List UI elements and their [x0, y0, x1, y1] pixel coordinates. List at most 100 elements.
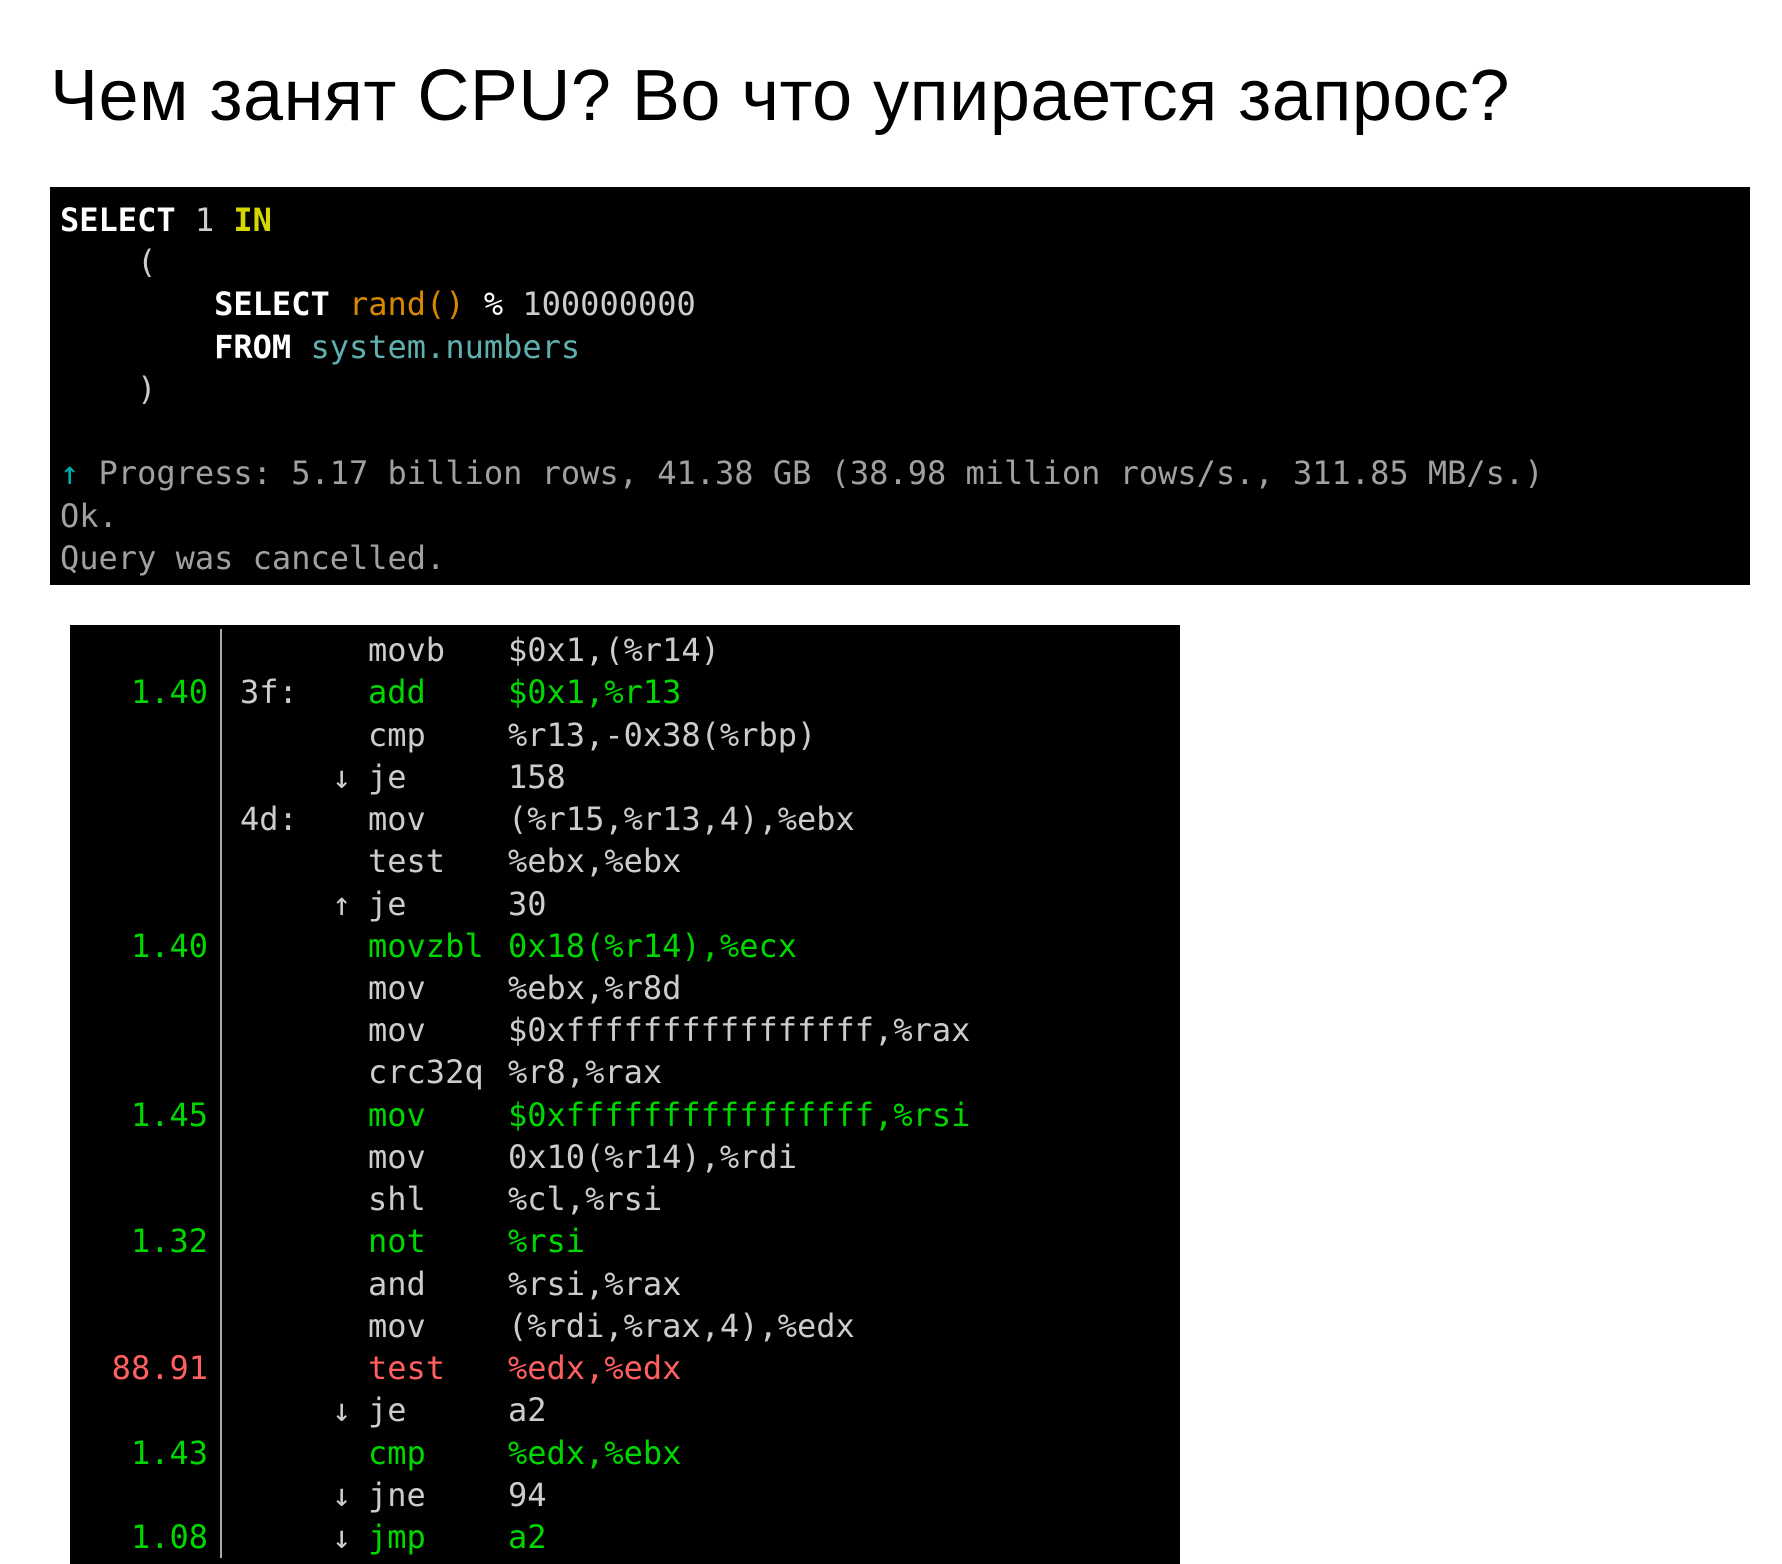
- progress-text: Progress: 5.17 billion rows, 41.38 GB (3…: [79, 454, 1543, 492]
- asm-mnemonic: cmp: [368, 1432, 508, 1474]
- asm-mnemonic: jmp: [368, 1516, 508, 1558]
- ok-text: Ok.: [60, 497, 118, 535]
- asm-mnemonic: shl: [368, 1178, 508, 1220]
- asm-row: and%rsi,%rax: [80, 1263, 1170, 1305]
- asm-mnemonic: mov: [368, 798, 508, 840]
- slide: Чем занят CPU? Во что упирается запрос? …: [0, 0, 1782, 1487]
- progress-arrow-icon: ↑: [60, 454, 79, 492]
- asm-label: [222, 756, 332, 798]
- asm-jump-arrow-icon: ↓: [332, 1516, 368, 1558]
- asm-jump-arrow-icon: [332, 714, 368, 756]
- cancelled-text: Query was cancelled.: [60, 539, 445, 577]
- asm-mnemonic: mov: [368, 1009, 508, 1051]
- asm-args: %r13,-0x38(%rbp): [508, 714, 1170, 756]
- asm-row: 1.403f: add$0x1,%r13: [80, 671, 1170, 713]
- asm-label: [222, 1516, 332, 1558]
- asm-jump-arrow-icon: ↓: [332, 1474, 368, 1516]
- asm-label: [222, 1389, 332, 1431]
- asm-percent: [80, 798, 220, 840]
- asm-args: $0x1,%r13: [508, 671, 1170, 713]
- asm-percent: [80, 1009, 220, 1051]
- asm-row: 1.08↓jmpa2: [80, 1516, 1170, 1558]
- asm-label: [222, 629, 332, 671]
- asm-mnemonic: movb: [368, 629, 508, 671]
- asm-jump-arrow-icon: [332, 1263, 368, 1305]
- asm-args: %edx,%edx: [508, 1347, 1170, 1389]
- asm-percent: [80, 1136, 220, 1178]
- asm-args: %rsi: [508, 1220, 1170, 1262]
- asm-percent: [80, 1178, 220, 1220]
- asm-row: 1.45mov$0xffffffffffffffff,%rsi: [80, 1094, 1170, 1136]
- asm-jump-arrow-icon: [332, 629, 368, 671]
- asm-mnemonic: mov: [368, 1136, 508, 1178]
- asm-label: [222, 883, 332, 925]
- asm-row: movb$0x1,(%r14): [80, 629, 1170, 671]
- sql-table: system.numbers: [291, 328, 580, 366]
- asm-label: [222, 840, 332, 882]
- asm-mnemonic: mov: [368, 1094, 508, 1136]
- asm-jump-arrow-icon: ↓: [332, 756, 368, 798]
- asm-row: mov$0xffffffffffffffff,%rax: [80, 1009, 1170, 1051]
- asm-args: 0x18(%r14),%ecx: [508, 925, 1170, 967]
- asm-percent: [80, 967, 220, 1009]
- asm-args: $0xffffffffffffffff,%rax: [508, 1009, 1170, 1051]
- asm-label: 3f:: [222, 671, 332, 713]
- asm-percent: 1.32: [80, 1220, 220, 1262]
- asm-args: %rsi,%rax: [508, 1263, 1170, 1305]
- asm-args: 158: [508, 756, 1170, 798]
- sql-func-rand: rand(): [330, 285, 465, 323]
- asm-label: [222, 1136, 332, 1178]
- asm-mnemonic: test: [368, 1347, 508, 1389]
- asm-percent: 1.43: [80, 1432, 220, 1474]
- asm-jump-arrow-icon: [332, 1347, 368, 1389]
- asm-jump-arrow-icon: [332, 1136, 368, 1178]
- asm-mnemonic: mov: [368, 1305, 508, 1347]
- asm-jump-arrow-icon: [332, 1220, 368, 1262]
- asm-jump-arrow-icon: [332, 925, 368, 967]
- asm-jump-arrow-icon: [332, 1432, 368, 1474]
- asm-mnemonic: and: [368, 1263, 508, 1305]
- asm-args: %r8,%rax: [508, 1051, 1170, 1093]
- asm-row: ↑je30: [80, 883, 1170, 925]
- asm-mnemonic: cmp: [368, 714, 508, 756]
- asm-args: %cl,%rsi: [508, 1178, 1170, 1220]
- asm-row: 1.32 not%rsi: [80, 1220, 1170, 1262]
- asm-mnemonic: je: [368, 1389, 508, 1431]
- asm-label: [222, 925, 332, 967]
- asm-label: [222, 1474, 332, 1516]
- asm-label: [222, 1178, 332, 1220]
- asm-percent: 1.40: [80, 671, 220, 713]
- asm-percent: [80, 714, 220, 756]
- asm-jump-arrow-icon: [332, 1051, 368, 1093]
- sql-keyword-in: IN: [233, 201, 272, 239]
- asm-mnemonic: je: [368, 883, 508, 925]
- asm-percent: [80, 1474, 220, 1516]
- asm-row: ↓jne94: [80, 1474, 1170, 1516]
- asm-percent: [80, 1389, 220, 1431]
- sql-keyword-from: FROM: [60, 328, 291, 366]
- asm-percent: [80, 756, 220, 798]
- asm-percent: [80, 629, 220, 671]
- asm-args: %ebx,%ebx: [508, 840, 1170, 882]
- asm-row: mov%ebx,%r8d: [80, 967, 1170, 1009]
- asm-label: [222, 714, 332, 756]
- sql-literal-1: 1: [176, 201, 234, 239]
- asm-mnemonic: not: [368, 1220, 508, 1262]
- asm-args: $0xffffffffffffffff,%rsi: [508, 1094, 1170, 1136]
- asm-jump-arrow-icon: [332, 1009, 368, 1051]
- asm-mnemonic: add: [368, 671, 508, 713]
- asm-jump-arrow-icon: [332, 1094, 368, 1136]
- asm-jump-arrow-icon: [332, 671, 368, 713]
- asm-jump-arrow-icon: [332, 1178, 368, 1220]
- asm-args: %ebx,%r8d: [508, 967, 1170, 1009]
- asm-mnemonic: mov: [368, 967, 508, 1009]
- asm-label: [222, 1263, 332, 1305]
- asm-label: [222, 967, 332, 1009]
- asm-percent: [80, 1305, 220, 1347]
- asm-label: [222, 1305, 332, 1347]
- asm-percent: [80, 883, 220, 925]
- asm-args: (%rdi,%rax,4),%edx: [508, 1305, 1170, 1347]
- asm-percent: 1.08: [80, 1516, 220, 1558]
- asm-row: 1.43cmp%edx,%ebx: [80, 1432, 1170, 1474]
- asm-jump-arrow-icon: [332, 840, 368, 882]
